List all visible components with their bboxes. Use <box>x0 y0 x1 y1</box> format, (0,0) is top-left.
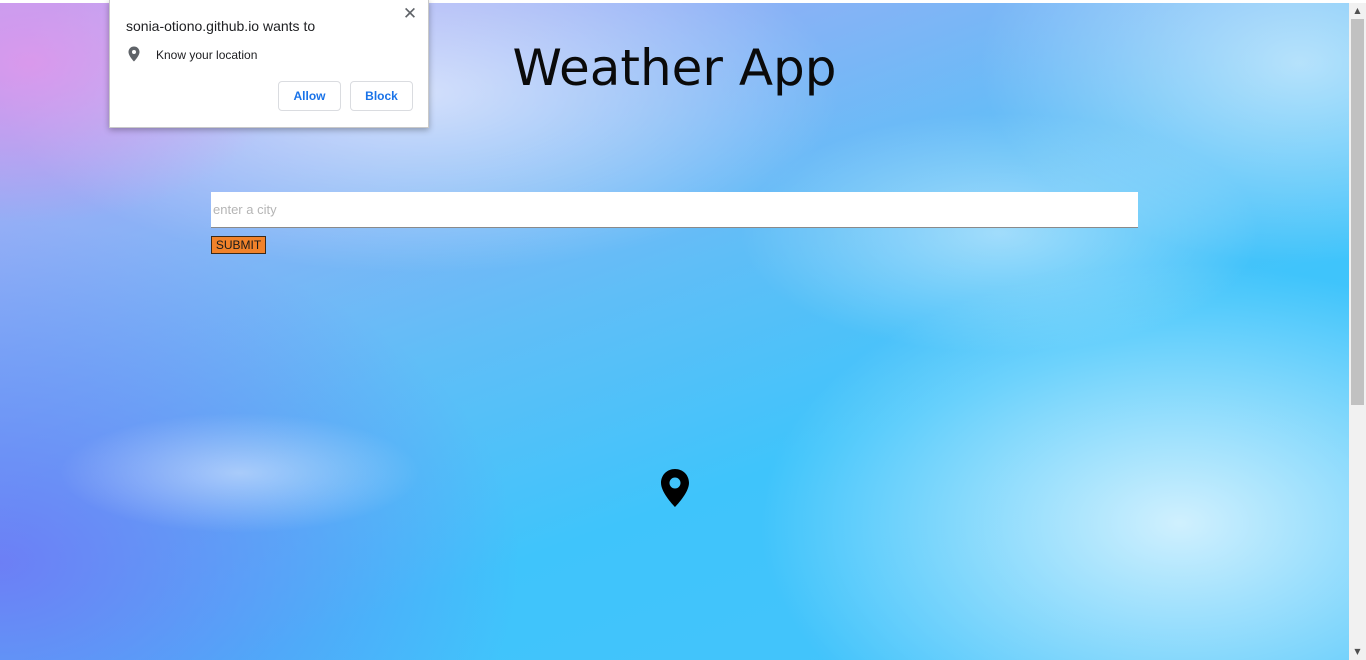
location-permission-popup: sonia-otiono.github.io wants to ✕ Know y… <box>109 0 429 128</box>
location-pin-icon <box>128 46 140 62</box>
permission-label: Know your location <box>156 48 258 62</box>
submit-button[interactable]: SUBMIT <box>211 236 266 254</box>
scroll-down-arrow-icon[interactable]: ▼ <box>1349 644 1366 660</box>
scrollbar-thumb[interactable] <box>1351 19 1364 405</box>
scroll-up-arrow-icon[interactable]: ▲ <box>1349 3 1366 19</box>
allow-button[interactable]: Allow <box>278 81 341 111</box>
map-marker-icon <box>661 469 689 507</box>
close-icon[interactable]: ✕ <box>401 5 419 23</box>
popup-title: sonia-otiono.github.io wants to <box>126 18 316 34</box>
vertical-scrollbar[interactable]: ▲ ▼ <box>1349 3 1366 660</box>
block-button[interactable]: Block <box>350 81 413 111</box>
city-search-input[interactable] <box>211 192 1138 228</box>
